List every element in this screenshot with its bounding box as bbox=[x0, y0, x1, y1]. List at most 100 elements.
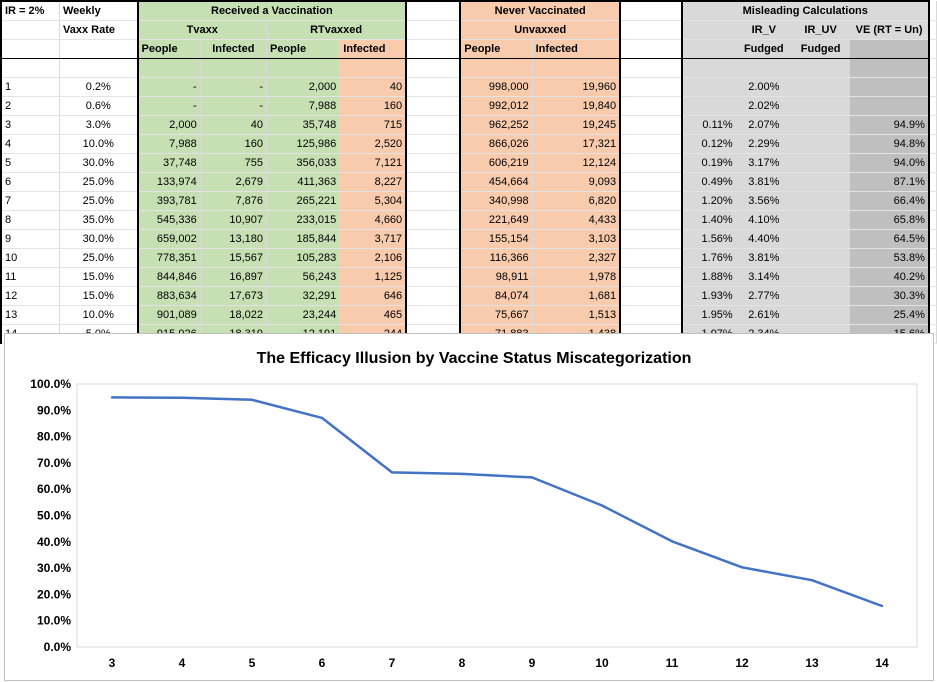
data-point bbox=[110, 396, 114, 399]
spacer-cell bbox=[406, 0, 462, 21]
ve-cell: 94.8% bbox=[849, 134, 930, 154]
table-row: 4 10.0% 7,988 160 125,986 2,520 866,026 17,321 0… bbox=[0, 134, 937, 154]
misleading-group-header: Misleading Calculations bbox=[680, 0, 930, 21]
blank-cell bbox=[791, 115, 851, 135]
unvaxxed-infected-cell: 1,681 bbox=[532, 286, 622, 306]
spacer-cell bbox=[406, 20, 462, 40]
spacer-cell bbox=[406, 58, 462, 78]
spacer-cell bbox=[406, 248, 462, 268]
received-group-header: Received a Vaccination bbox=[136, 0, 408, 21]
unvaxxed-people-cell: 155,154 bbox=[459, 229, 533, 249]
blank-cell bbox=[0, 58, 60, 78]
spacer-cell bbox=[406, 191, 462, 211]
tvaxx-people-cell: 545,336 bbox=[136, 210, 201, 230]
blank-cell bbox=[791, 305, 851, 325]
edge-cell bbox=[928, 77, 937, 97]
tvaxx-people-cell: - bbox=[136, 77, 201, 97]
vaxx-rate-cell: 10.0% bbox=[59, 305, 139, 325]
y-tick-label: 90.0% bbox=[37, 403, 71, 417]
vaxx-rate-cell: 3.0% bbox=[59, 115, 139, 135]
tvaxx-infected-cell: 160 bbox=[200, 134, 268, 154]
y-tick-label: 10.0% bbox=[37, 614, 71, 628]
unvaxxed-infected-cell: 1,513 bbox=[532, 305, 622, 325]
ir-v-cell: 0.11% bbox=[680, 115, 737, 135]
week-cell: 3 bbox=[0, 115, 60, 135]
spacer-cell bbox=[620, 115, 683, 135]
week-cell: 2 bbox=[0, 96, 60, 116]
ir-uv-cell: 2.00% bbox=[736, 77, 792, 97]
table-row: 11 15.0% 844,846 16,897 56,243 1,125 98,911 1,9… bbox=[0, 267, 937, 287]
edge-cell bbox=[928, 286, 937, 306]
spacer-cell bbox=[406, 96, 462, 116]
spacer-cell bbox=[406, 115, 462, 135]
y-axis: 0.0% 10.0% 20.0% 30.0% 40.0% 50.0% 60.0% 70.0% 8… bbox=[30, 377, 71, 654]
spacer-cell bbox=[620, 96, 683, 116]
data-point bbox=[740, 566, 744, 569]
rtvaxxed-people-cell: 32,291 bbox=[266, 286, 341, 306]
ir-v-cell: 1.95% bbox=[680, 305, 737, 325]
unvaxxed-infected-cell: 19,840 bbox=[532, 96, 622, 116]
data-point bbox=[810, 578, 814, 582]
edge-cell bbox=[928, 305, 937, 325]
rtvaxxed-infected-cell: 40 bbox=[339, 77, 408, 97]
x-tick-label: 11 bbox=[666, 656, 679, 670]
blank-cell bbox=[59, 58, 139, 78]
unvaxxed-people-cell: 962,252 bbox=[459, 115, 533, 135]
chart-title: The Efficacy Illusion by Vaccine Status … bbox=[257, 350, 692, 367]
spacer-cell bbox=[406, 172, 462, 192]
rtvaxxed-people-cell: 35,748 bbox=[266, 115, 341, 135]
week-cell: 13 bbox=[0, 305, 60, 325]
spacer-cell bbox=[406, 210, 462, 230]
blank-cell bbox=[791, 96, 851, 116]
data-point bbox=[600, 504, 604, 507]
edge-cell bbox=[928, 1, 937, 21]
week-cell: 12 bbox=[0, 286, 60, 306]
tvaxx-infected-cell: 7,876 bbox=[200, 191, 268, 211]
ve-cell: 40.2% bbox=[849, 267, 930, 287]
unvaxxed-header: Unvaxxed bbox=[459, 20, 622, 40]
edge-cell bbox=[928, 20, 937, 40]
table-row: 3 3.0% 2,000 40 35,748 715 962,252 19,245 0.11% 2… bbox=[0, 115, 937, 135]
never-group-header: Never Vaccinated bbox=[459, 0, 622, 21]
spacer-cell bbox=[620, 267, 683, 287]
unvaxxed-infected-cell: 6,820 bbox=[532, 191, 622, 211]
table-row: 2 0.6% - -7,988 160 992,012 19,840 2.02% bbox=[0, 96, 937, 116]
ve-cell bbox=[849, 77, 930, 97]
data-point bbox=[320, 416, 324, 420]
spacer-cell bbox=[620, 77, 683, 97]
rtvaxxed-people-cell: 7,988 bbox=[266, 96, 341, 116]
edge-cell bbox=[928, 153, 937, 173]
rtvaxxed-people-cell: 233,015 bbox=[266, 210, 341, 230]
x-tick-label: 7 bbox=[389, 656, 396, 670]
edge-cell bbox=[928, 115, 937, 135]
tvaxx-people-cell: 393,781 bbox=[136, 191, 201, 211]
ir-uv-cell: 2.07% bbox=[736, 115, 792, 135]
y-tick-label: 0.0% bbox=[44, 640, 72, 654]
rtvaxxed-header: RTvaxxed bbox=[266, 20, 408, 40]
ir-v-cell: 0.12% bbox=[680, 134, 737, 154]
ir-uv-cell: 2.61% bbox=[736, 305, 792, 325]
table-row: 1 0.2% - -2,000 40 998,000 19,960 2.00% bbox=[0, 77, 937, 97]
ir-uv-cell: 3.81% bbox=[736, 248, 792, 268]
ir-v-cell: 1.88% bbox=[680, 267, 737, 287]
blank-cell bbox=[680, 58, 737, 78]
vaxx-rate-cell: 25.0% bbox=[59, 191, 139, 211]
vaxx-rate-cell: 30.0% bbox=[59, 153, 139, 173]
tvaxx-infected-cell: 18,022 bbox=[200, 305, 268, 325]
rtvaxxed-infected-cell: 1,125 bbox=[339, 267, 408, 287]
table-row: 10 25.0% 778,351 15,567 105,283 2,106 116,366 2… bbox=[0, 248, 937, 268]
data-point bbox=[670, 540, 674, 543]
vaxx-rate-cell: 15.0% bbox=[59, 267, 139, 287]
weekly-label: Weekly bbox=[59, 0, 139, 21]
blank-cell bbox=[680, 20, 737, 40]
data-point bbox=[880, 604, 884, 608]
vaccination-table: IR = 2% Weekly Received a Vaccination Ne… bbox=[0, 0, 937, 344]
x-tick-label: 6 bbox=[319, 656, 326, 670]
blank-cell bbox=[849, 58, 930, 78]
ir-v-cell: 1.76% bbox=[680, 248, 737, 268]
blank-cell bbox=[532, 58, 622, 78]
unvaxxed-infected-cell: 9,093 bbox=[532, 172, 622, 192]
ir-uv-header: IR_UV bbox=[791, 20, 851, 40]
data-point bbox=[530, 476, 534, 479]
spacer-cell bbox=[620, 134, 683, 154]
